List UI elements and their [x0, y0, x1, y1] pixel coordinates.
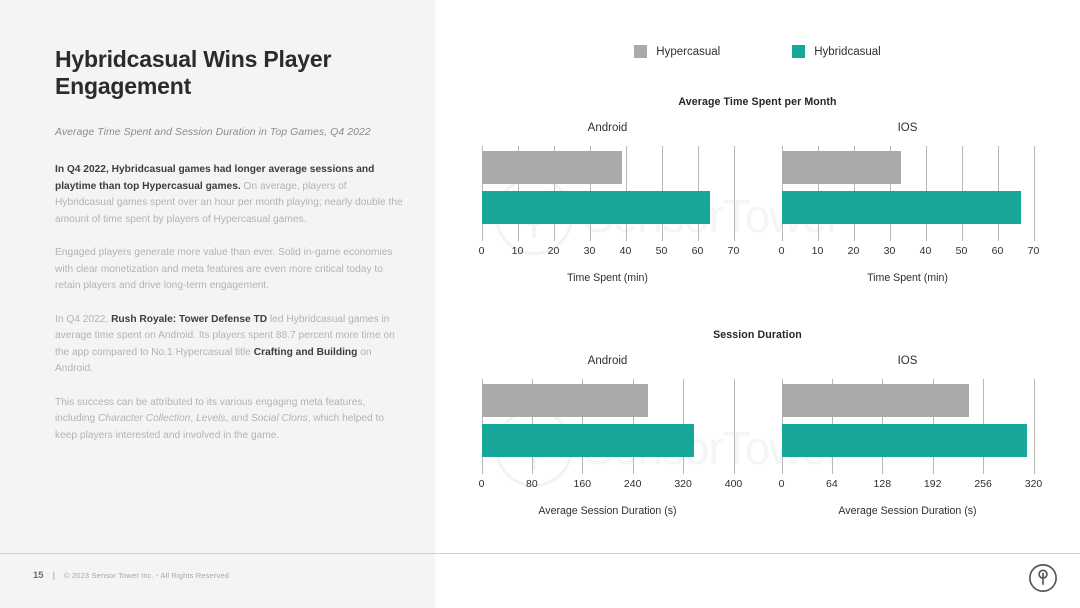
legend-label-hypercasual: Hypercasual: [656, 45, 721, 58]
chart-panels-time-spent: Android 0 10 20 30 40 50 60 70 Time Spent (min) IO…: [435, 122, 1080, 284]
chart-average-time-spent: Average Time Spent per Month Android 0 10 2…: [435, 96, 1080, 284]
x-axis: 0 64 128 192 256 320: [778, 478, 1043, 500]
x-axis-label: Time Spent (min): [567, 272, 648, 284]
chart-panel-title: IOS: [897, 122, 918, 134]
gridline: [733, 379, 735, 474]
chart-panels-session-duration: Android 0 80 160 240 320 400 Average Session Du…: [435, 355, 1080, 517]
footer-separator: |: [52, 570, 56, 581]
footer-divider-right: [435, 553, 1080, 554]
chart-panel-title: Android: [587, 355, 628, 367]
chart-panel-ios: IOS 0 10 20 30 40 50 60 70 Time Spent (min): [772, 122, 1044, 284]
x-axis-tick: 240: [623, 478, 642, 490]
x-axis-tick: 320: [1024, 478, 1043, 490]
x-axis-tick: 320: [674, 478, 692, 490]
bar-hybridcasual: [481, 191, 711, 224]
plot-area: [481, 146, 735, 241]
x-axis-tick: 30: [583, 245, 596, 257]
x-axis-tick: 64: [826, 478, 838, 490]
x-axis-tick: 0: [478, 478, 485, 490]
chart-panel-ios: IOS 0 64 128 192 256 320 Average Session Durati…: [772, 355, 1044, 517]
bar-hybridcasual: [781, 424, 1028, 457]
plot-area: [481, 379, 735, 474]
x-axis-tick: 40: [619, 245, 632, 257]
footer-divider: [0, 553, 435, 554]
legend-label-hybridcasual: Hybridcasual: [814, 45, 881, 58]
paragraph-4: This success can be attributed to its va…: [55, 395, 405, 445]
game-name-crafting-and-building: Crafting and Building: [253, 346, 358, 358]
bar-hypercasual: [781, 151, 902, 184]
x-axis-tick: 70: [1027, 245, 1040, 257]
x-axis-tick: 192: [923, 478, 942, 490]
right-chart-panel: Hypercasual Hybridcasual SensorTower Sen…: [435, 0, 1080, 608]
game-name-rush-royale: Rush Royale: Tower Defense TD: [111, 313, 268, 325]
gridline: [1033, 146, 1035, 241]
sensor-tower-logo-icon: [1029, 564, 1057, 592]
chart-panel-title: IOS: [897, 355, 918, 367]
x-axis: 0 80 160 240 320 400: [478, 478, 743, 500]
footer: 15 | © 2023 Sensor Tower Inc. - All Righ…: [33, 570, 229, 581]
x-axis-tick: 60: [991, 245, 1004, 257]
copyright-text: © 2023 Sensor Tower Inc. - All Rights Re…: [64, 571, 230, 580]
page-number: 15: [33, 570, 44, 581]
gridline: [733, 146, 735, 241]
feature-levels: Levels: [196, 413, 226, 425]
paragraph-1: In Q4 2022, Hybridcasual games had longe…: [55, 162, 405, 228]
chart-title-session-duration: Session Duration: [713, 329, 802, 341]
bar-hypercasual: [481, 151, 622, 184]
bar-hybridcasual: [481, 424, 694, 457]
legend-swatch-hypercasual: [634, 45, 648, 58]
legend-item-hypercasual: Hypercasual: [634, 45, 720, 58]
chart-panel-android: Android 0 80 160 240 320 400 Average Session Du…: [472, 355, 744, 517]
x-axis: 0 10 20 30 40 50 60 70: [478, 245, 740, 267]
bar-hypercasual: [781, 384, 969, 417]
x-axis-tick: 50: [655, 245, 668, 257]
x-axis-tick: 0: [778, 478, 785, 490]
x-axis-tick: 256: [974, 478, 992, 490]
page-title: Hybridcasual Wins Player Engagement: [55, 46, 332, 100]
paragraph-3: In Q4 2022, Rush Royale: Tower Defense T…: [55, 312, 405, 378]
paragraph-2: Engaged players generate more value than…: [55, 245, 405, 295]
x-axis-tick: 30: [883, 245, 896, 257]
paragraph-2-text: Engaged players generate more value than…: [55, 247, 393, 292]
chart-session-duration: Session Duration Android 0 80 160 240 320 400 A…: [435, 329, 1080, 517]
x-axis-tick: 50: [955, 245, 968, 257]
plot-area: [781, 379, 1035, 474]
x-axis-label: Average Session Duration (s): [838, 505, 977, 517]
paragraph-4-part-3: , and: [225, 413, 251, 425]
plot-area: [781, 146, 1035, 241]
x-axis-tick: 20: [547, 245, 560, 257]
legend-item-hybridcasual: Hybridcasual: [792, 45, 881, 58]
x-axis-tick: 0: [778, 245, 785, 257]
x-axis-tick: 60: [691, 245, 704, 257]
paragraph-3-part-1: In Q4 2022,: [55, 313, 112, 325]
bar-hybridcasual: [781, 191, 1021, 224]
chart-panel-title: Android: [587, 122, 628, 134]
x-axis-tick: 20: [847, 245, 860, 257]
x-axis-tick: 40: [919, 245, 932, 257]
x-axis-tick: 128: [873, 478, 892, 490]
x-axis-tick: 10: [811, 245, 824, 257]
gridline: [1033, 379, 1035, 474]
x-axis-tick: 10: [511, 245, 524, 257]
x-axis-tick: 80: [526, 478, 538, 490]
chart-panel-android: Android 0 10 20 30 40 50 60 70 Time Spent (min): [472, 122, 744, 284]
chart-legend: Hypercasual Hybridcasual: [435, 45, 1080, 58]
x-axis-tick: 70: [727, 245, 740, 257]
legend-swatch-hybridcasual: [792, 45, 806, 58]
bar-hypercasual: [481, 384, 649, 417]
x-axis: 0 10 20 30 40 50 60 70: [778, 245, 1040, 267]
slide: Hybridcasual Wins Player Engagement Aver…: [0, 0, 1080, 608]
feature-character-collection: Character Collection: [98, 413, 191, 425]
x-axis-tick: 400: [724, 478, 743, 490]
page-subtitle: Average Time Spent and Session Duration …: [55, 126, 371, 139]
feature-social-clons: Social Clons: [250, 413, 308, 425]
x-axis-tick: 160: [573, 478, 592, 490]
x-axis-tick: 0: [478, 245, 485, 257]
chart-title-time-spent: Average Time Spent per Month: [678, 96, 837, 108]
left-text-panel: Hybridcasual Wins Player Engagement Aver…: [0, 0, 435, 608]
x-axis-label: Average Session Duration (s): [538, 505, 677, 517]
x-axis-label: Time Spent (min): [867, 272, 948, 284]
